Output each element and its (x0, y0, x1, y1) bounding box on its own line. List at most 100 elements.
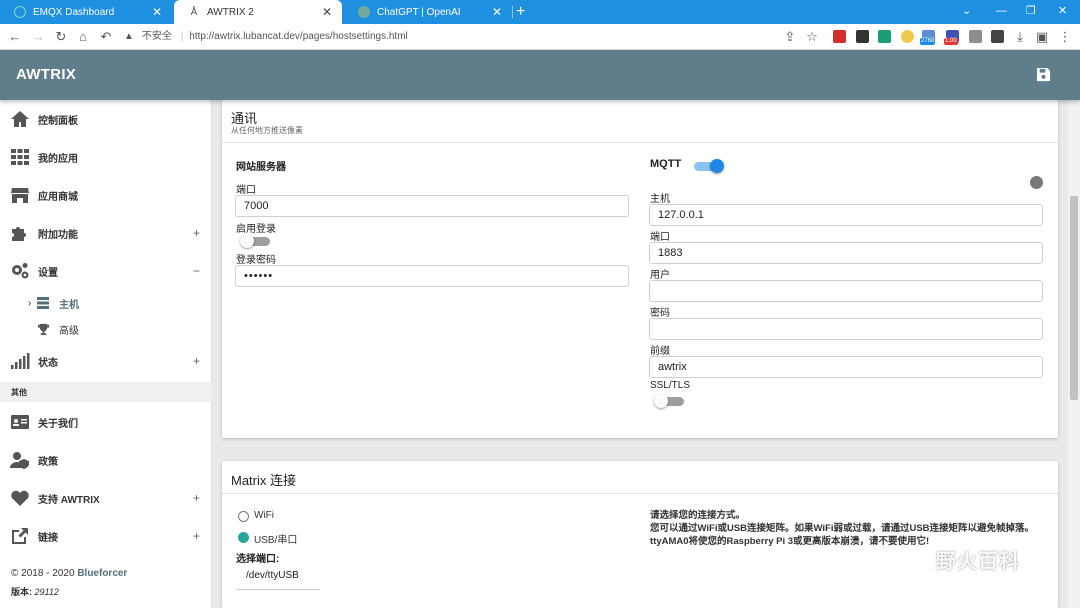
wifi-radio[interactable] (238, 511, 249, 522)
close-tab-icon[interactable]: ✕ (322, 5, 332, 19)
sidebar-item-app-store[interactable]: 应用商城 (0, 176, 212, 214)
server-icon (37, 297, 49, 309)
wifi-radio-label[interactable]: WiFi (254, 510, 274, 521)
expand-icon[interactable]: + (193, 491, 200, 505)
footer-version: 版本: 29112 (11, 585, 59, 598)
version-number: 29112 (34, 587, 59, 597)
forward-icon[interactable]: → (30, 29, 46, 45)
coin-extension-icon[interactable] (901, 30, 914, 43)
sidebar-item-support[interactable]: 支持 AWTRIX + (0, 479, 212, 517)
ssl-tls-label: SSL/TLS (650, 380, 691, 391)
chevron-right-icon: › (28, 297, 32, 309)
reload-icon[interactable]: ↻ (53, 29, 69, 45)
page-scrollbar-thumb[interactable] (1070, 196, 1078, 400)
card-title: Matrix 连接 (231, 473, 297, 488)
tab-title: ChatGPT | OpenAI (377, 6, 461, 18)
security-label: 不安全 (141, 31, 172, 42)
sidebar-item-label: 控制面板 (38, 115, 78, 127)
tab-emqx-dashboard[interactable]: EMQX Dashboard ✕ (0, 0, 172, 24)
mqtt-prefix-input[interactable] (649, 356, 1043, 378)
id-card-icon (11, 415, 29, 429)
url-field[interactable]: ▲ 不安全 | http://awtrix.lubancat.dev/pages/h… (124, 29, 408, 45)
card-divider (222, 493, 1058, 494)
sidebar-item-label: 支持 AWTRIX (38, 494, 100, 506)
sidebar: 控制面板 我的应用 应用商城 附加功能 + 设置 − › 主机 高级 状态 + … (0, 100, 212, 608)
sidebar-item-label: 政策 (38, 456, 58, 468)
card-subtitle: 从任何地方推送像素 (231, 126, 303, 135)
mqtt-password-input[interactable] (649, 318, 1043, 340)
sidebar-item-about[interactable]: 关于我们 (0, 403, 212, 441)
webserver-port-input[interactable] (235, 195, 629, 217)
card-divider (222, 142, 1058, 143)
login-password-input[interactable] (235, 265, 629, 287)
matrix-connection-card: Matrix 连接 WiFi USB/串口 选择端口: /dev/ttyUSB … (222, 461, 1058, 608)
expand-icon[interactable]: + (193, 354, 200, 368)
close-window-icon[interactable]: ✕ (1058, 4, 1067, 18)
s-extension-icon[interactable] (878, 30, 891, 43)
sidebar-item-addons[interactable]: 附加功能 + (0, 214, 212, 252)
webserver-heading: 网站服务器 (236, 162, 286, 173)
copyright-text: © 2018 - 2020 (11, 568, 78, 579)
tab-search-icon[interactable]: ⌄ (962, 4, 971, 18)
mqtt-host-input[interactable] (649, 204, 1043, 226)
chatgpt-favicon-icon (358, 6, 370, 18)
undo-icon[interactable]: ↶ (98, 29, 114, 45)
tab-chatgpt[interactable]: ChatGPT | OpenAI ✕ (344, 0, 512, 24)
save-icon[interactable] (1036, 67, 1051, 82)
ublock-extension-icon[interactable] (833, 30, 846, 43)
wechat-watermark-icon (897, 545, 926, 566)
mqtt-port-input[interactable] (649, 242, 1043, 264)
download-icon[interactable]: ⤓ (1012, 29, 1028, 45)
sidebar-subitem-advanced[interactable]: 高级 (0, 316, 212, 342)
enable-login-toggle[interactable] (240, 234, 272, 248)
sidebar-item-my-apps[interactable]: 我的应用 (0, 138, 212, 176)
share-icon[interactable]: ⇪ (782, 29, 798, 45)
external-link-icon (12, 528, 28, 544)
sidebar-item-status[interactable]: 状态 + (0, 342, 212, 380)
mqtt-prefix-label: 前缀 (650, 346, 670, 357)
collapse-icon[interactable]: − (193, 264, 200, 278)
menu-dots-icon[interactable]: ⋮ (1057, 29, 1073, 45)
mqtt-user-input[interactable] (649, 280, 1043, 302)
tab-title: EMQX Dashboard (33, 6, 115, 18)
browser-tab-bar: EMQX Dashboard ✕ Å AWTRIX 2 ✕ ChatGPT | … (0, 0, 1080, 24)
tab-awtrix[interactable]: Å AWTRIX 2 ✕ (174, 0, 342, 24)
sidebar-item-label: 关于我们 (38, 418, 78, 430)
ssl-tls-toggle[interactable] (654, 394, 686, 408)
address-bar: ← → ↻ ⌂ ↶ ▲ 不安全 | http://awtrix.lubancat.d… (0, 24, 1080, 50)
app-header: AWTRIX (0, 50, 1080, 100)
expand-icon[interactable]: + (193, 226, 200, 240)
back-icon[interactable]: ← (7, 29, 23, 45)
app-title[interactable]: AWTRIX (16, 66, 76, 83)
sidebar-item-links[interactable]: 链接 + (0, 517, 212, 555)
connection-description: 请选择您的连接方式。 您可以通过WiFi或USB连接矩阵。如果WiFi弱或过载，… (650, 510, 1035, 547)
close-tab-icon[interactable]: ✕ (152, 5, 162, 19)
webserver-port-label: 端口 (236, 185, 256, 196)
mqtt-toggle[interactable] (692, 159, 724, 173)
sidebar-subitem-host[interactable]: › 主机 (0, 290, 212, 316)
new-tab-button[interactable]: + (516, 2, 525, 22)
expand-icon[interactable]: + (193, 529, 200, 543)
close-tab-icon[interactable]: ✕ (492, 5, 502, 19)
robot-extension-icon[interactable] (969, 30, 982, 43)
sidebar-item-settings[interactable]: 设置 − (0, 252, 212, 290)
sidebar-item-dashboard[interactable]: 控制面板 (0, 100, 212, 138)
url-text: http://awtrix.lubancat.dev/pages/hostset… (189, 31, 408, 42)
port-select[interactable]: /dev/ttyUSB (246, 570, 299, 581)
sidebar-item-policy[interactable]: 政策 (0, 441, 212, 479)
restore-icon[interactable]: ❐ (1026, 4, 1036, 18)
author-link[interactable]: Blueforcer (77, 568, 127, 579)
home-browser-icon[interactable]: ⌂ (75, 29, 91, 45)
bookmark-star-icon[interactable]: ☆ (804, 29, 820, 45)
sidepanel-icon[interactable]: ▣ (1034, 29, 1050, 45)
extension-icon[interactable] (856, 30, 869, 43)
grid-icon (11, 149, 29, 165)
mqtt-password-label: 密码 (650, 308, 670, 319)
usb-serial-radio[interactable] (238, 532, 249, 543)
minimize-icon[interactable]: — (996, 4, 1007, 18)
usb-serial-radio-label[interactable]: USB/串口 (254, 531, 297, 546)
sidebar-subitem-label: 高级 (59, 325, 79, 337)
mqtt-port-label: 端口 (650, 232, 670, 243)
sidebar-section-label: 其他 (11, 388, 27, 397)
grid-extension-icon[interactable] (991, 30, 1004, 43)
